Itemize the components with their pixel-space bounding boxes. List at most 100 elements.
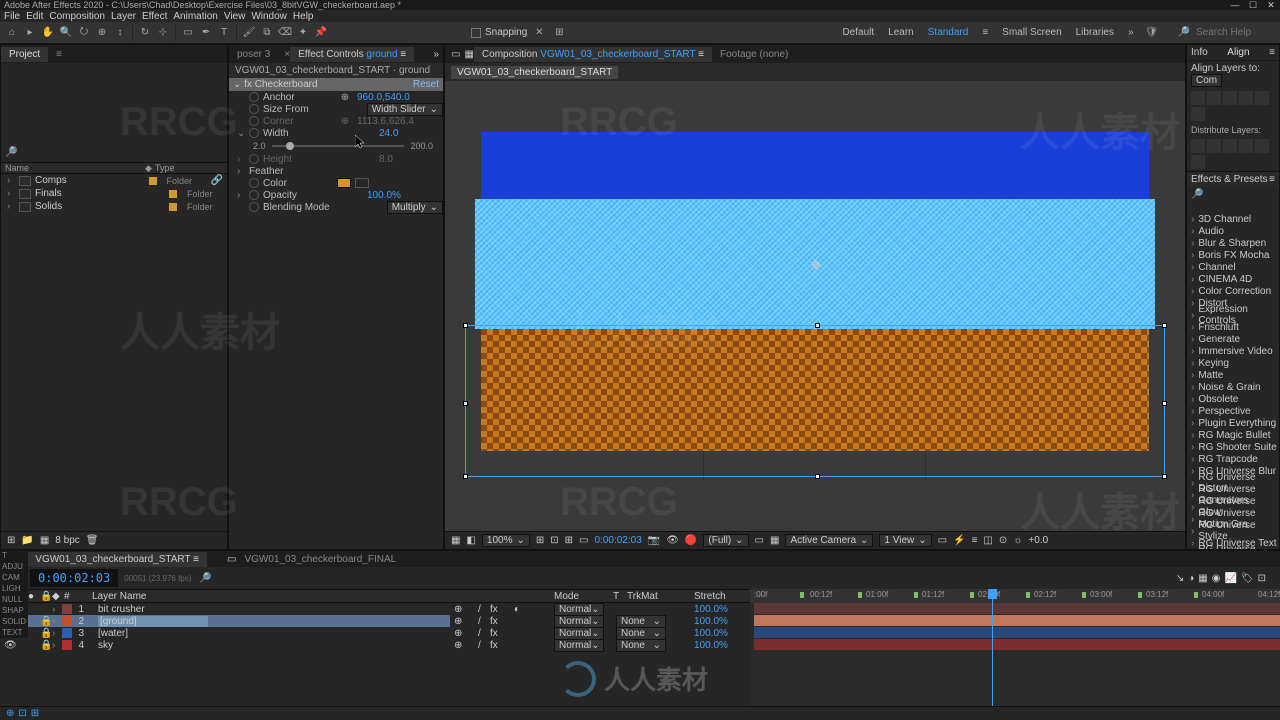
eyedropper-icon[interactable]	[355, 178, 369, 188]
effects-presets-tab[interactable]: Effects & Presets	[1191, 174, 1268, 185]
dist-5-icon[interactable]	[1255, 139, 1269, 153]
alpha-icon2[interactable]: ◧	[466, 535, 475, 546]
tl-icon-snap[interactable]: ⊡	[1258, 573, 1266, 584]
new-comp-icon[interactable]: ▦	[40, 535, 49, 546]
exposure-icon[interactable]: ☼	[1013, 535, 1022, 546]
align-hcenter-icon[interactable]	[1207, 91, 1221, 105]
timeline-icon[interactable]: ≡	[972, 535, 978, 546]
panel-menu-icon[interactable]: ≡	[1269, 47, 1275, 58]
reset-exp-icon[interactable]: ⊙	[999, 535, 1007, 546]
ep-item[interactable]: ›Generate	[1187, 333, 1279, 345]
width-slider[interactable]: 2.0 200.0	[229, 139, 443, 153]
channel-icon[interactable]: 🔴	[685, 535, 697, 546]
stretch-value[interactable]: 100.0%	[694, 604, 728, 615]
align-bottom-icon[interactable]	[1191, 107, 1205, 121]
stopwatch-icon[interactable]	[249, 202, 259, 212]
twirl-icon[interactable]: ›	[237, 166, 245, 177]
workspace-default[interactable]: Default	[842, 27, 874, 38]
ep-item[interactable]: ›Blur & Sharpen	[1187, 237, 1279, 249]
tl-search-icon[interactable]: 🔎	[199, 573, 211, 584]
lock-icon[interactable]: 🔒	[40, 628, 50, 639]
type-tool-icon[interactable]: T	[216, 25, 232, 41]
dist-4-icon[interactable]	[1239, 139, 1253, 153]
composition-tab[interactable]: Composition VGW01_03_checkerboard_START …	[474, 47, 712, 62]
stopwatch-icon[interactable]	[249, 178, 259, 188]
col-mode[interactable]: Mode	[554, 591, 609, 602]
pen-tool-icon[interactable]: ✒	[198, 25, 214, 41]
views-dropdown[interactable]: 1 View⌄	[879, 534, 931, 547]
ep-item[interactable]: ›Channel	[1187, 261, 1279, 273]
project-row-finals[interactable]: › Finals Folder	[1, 187, 227, 200]
col-name[interactable]: Name	[1, 163, 141, 173]
size-from-dropdown[interactable]: Width Slider⌄	[367, 103, 443, 116]
align-vcenter-icon[interactable]	[1255, 91, 1269, 105]
trash-icon[interactable]: 🗑	[86, 535, 99, 546]
bpc-button[interactable]: 8 bpc	[55, 535, 79, 546]
ep-item[interactable]: ›RG Trapcode	[1187, 453, 1279, 465]
ep-item[interactable]: ›Immersive Video	[1187, 345, 1279, 357]
ep-item[interactable]: ›Boris FX Mocha	[1187, 249, 1279, 261]
grid-icon[interactable]: ⊞	[565, 535, 573, 546]
selection-tool-icon[interactable]: ▸	[22, 25, 38, 41]
effect-controls-tab[interactable]: Effect Controls ground ≡	[290, 47, 414, 62]
project-row-solids[interactable]: › Solids Folder	[1, 200, 227, 213]
ep-item[interactable]: ›CINEMA 4D	[1187, 273, 1279, 285]
clone-tool-icon[interactable]: ⧉	[259, 25, 275, 41]
close-icon[interactable]: ✕	[1266, 0, 1276, 10]
track-z-tool-icon[interactable]: ↕	[112, 25, 128, 41]
twirl-icon[interactable]: ›	[7, 188, 15, 199]
col-lock-icon[interactable]: 🔒	[40, 591, 50, 602]
stretch-value[interactable]: 100.0%	[694, 616, 728, 627]
anchor-value[interactable]: 960.0,540.0	[357, 92, 410, 103]
workspace-small[interactable]: Small Screen	[1002, 27, 1061, 38]
camera-dropdown[interactable]: Active Camera⌄	[785, 534, 873, 547]
ep-search-input[interactable]	[1191, 200, 1271, 211]
fast-preview-icon[interactable]: ⚡	[953, 535, 965, 546]
snapping-checkbox[interactable]	[471, 28, 481, 38]
current-timecode[interactable]: 0:00:02:03	[30, 569, 118, 587]
stopwatch-icon[interactable]	[249, 116, 259, 126]
maximize-icon[interactable]: ☐	[1248, 0, 1258, 10]
tl-icon-comp[interactable]: ◑	[1188, 573, 1194, 584]
effect-reset[interactable]: Reset	[413, 79, 439, 90]
project-tab[interactable]: Project	[1, 47, 48, 62]
workspace-learn[interactable]: Learn	[888, 27, 914, 38]
panel-menu-icon[interactable]: ≡	[1269, 174, 1275, 185]
hand-tool-icon[interactable]: ✋	[40, 25, 56, 41]
footage-tab[interactable]: Footage (none)	[712, 47, 796, 62]
ep-item[interactable]: ›Obsolete	[1187, 393, 1279, 405]
home-icon[interactable]: ⌂	[4, 25, 20, 41]
ep-item[interactable]: ›Color Correction	[1187, 285, 1279, 297]
width-value[interactable]: 24.0	[379, 128, 398, 139]
col-t[interactable]: T	[613, 591, 623, 602]
comp-breadcrumb[interactable]: VGW01_03_checkerboard_START	[451, 66, 618, 79]
twirl-icon[interactable]: ›	[237, 190, 245, 201]
twirl-icon[interactable]: ›	[7, 175, 15, 186]
stopwatch-icon[interactable]	[249, 190, 259, 200]
minimize-icon[interactable]: —	[1230, 0, 1240, 10]
ep-item[interactable]: ›Audio	[1187, 225, 1279, 237]
col-type[interactable]: Type	[151, 163, 179, 173]
opacity-value[interactable]: 100.0%	[367, 190, 401, 201]
tl-icon-mb[interactable]: ◉	[1212, 573, 1221, 584]
col-label-icon[interactable]: ◆	[52, 591, 62, 602]
workspace-menu-icon[interactable]: ≡	[982, 27, 988, 38]
track-xy-tool-icon[interactable]: ⊕	[94, 25, 110, 41]
timeline-tab-b[interactable]: VGW01_03_checkerboard_FINAL	[236, 552, 404, 567]
ep-item[interactable]: ›Plugin Everything	[1187, 417, 1279, 429]
menu-file[interactable]: File	[4, 11, 20, 22]
project-tab-menu-icon[interactable]: ≡	[48, 47, 70, 62]
transparency-icon[interactable]: ▦	[770, 535, 779, 546]
link-icon[interactable]: 🔗	[211, 175, 223, 186]
col-stretch[interactable]: Stretch	[694, 591, 726, 602]
project-row-comps[interactable]: › Comps Folder 🔗	[1, 174, 227, 187]
timeline-layer[interactable]: 👁🔒›2[ground]	[0, 615, 450, 627]
dist-6-icon[interactable]	[1191, 155, 1205, 169]
dist-2-icon[interactable]	[1207, 139, 1221, 153]
snap-opt1-icon[interactable]: ✕	[531, 25, 547, 41]
timecode-display[interactable]: 0:00:02:03	[595, 535, 642, 546]
info-tab[interactable]: Info	[1191, 47, 1208, 58]
col-tag-icon[interactable]: ◆	[141, 163, 151, 174]
eraser-tool-icon[interactable]: ⌫	[277, 25, 293, 41]
twirl-icon[interactable]: ⌄	[237, 128, 245, 139]
